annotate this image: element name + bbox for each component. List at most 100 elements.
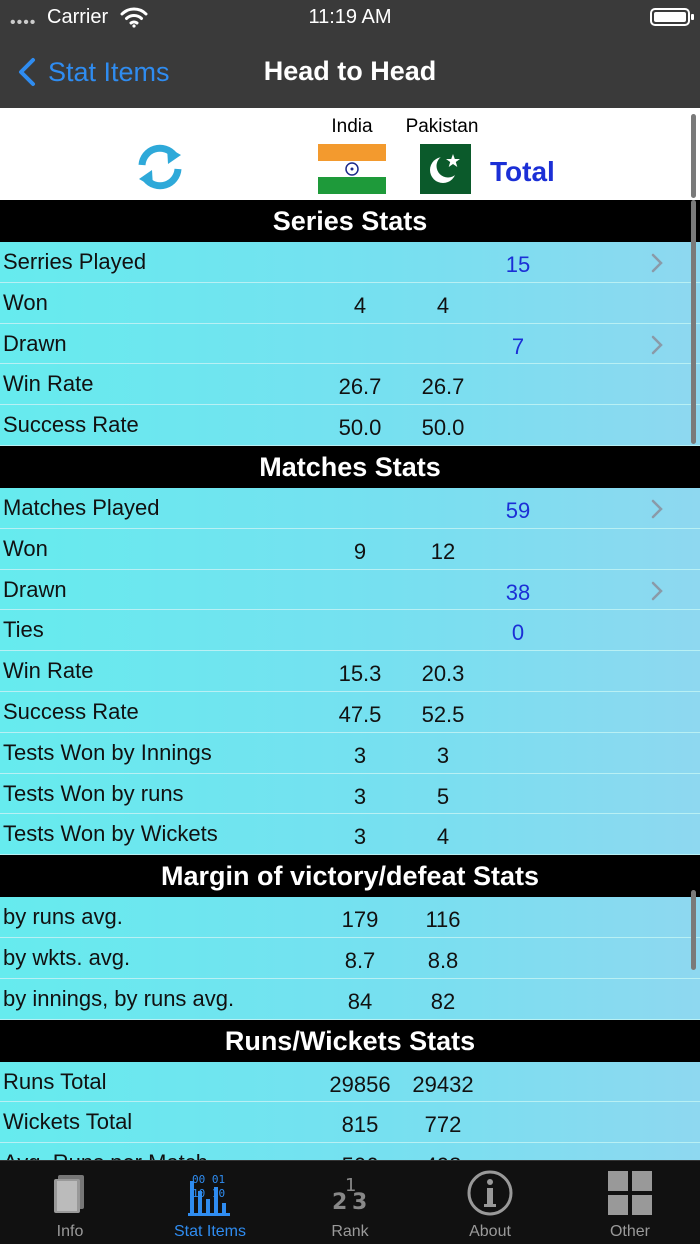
team1-name: India [331,116,373,137]
grid-icon [608,1171,652,1215]
row-label: Drawn [3,330,67,356]
row-label: by innings, by runs avg. [3,985,235,1011]
team2-value: 12 [430,538,456,564]
status-bar: •••• Carrier 11:19 AM [0,0,700,36]
svg-text:00 01: 00 01 [192,1173,225,1186]
book-icon [54,1175,84,1213]
table-row: Win Rate 26.7 26.7 [0,364,700,406]
row-label: Tests Won by Innings [3,739,212,765]
row-label: Tests Won by runs [3,780,184,806]
table-row: Success Rate 50.0 50.0 [0,405,700,446]
row-label: by wkts. avg. [3,944,131,970]
total-column-label: Total [490,156,555,187]
team2-value: 4 [436,292,450,318]
chevron-right-icon [651,581,663,600]
row-label: Tests Won by Wickets [3,821,218,847]
tab-info[interactable]: Info [0,1161,140,1244]
svg-text:10 10: 10 10 [192,1187,225,1200]
stats-table[interactable]: Series Stats Serries Played 15 Won 4 4 Drawn 7 W… [0,200,700,1160]
table-row[interactable]: Drawn 7 [0,324,700,365]
table-row: Tests Won by Innings 3 3 [0,733,700,774]
row-label: Matches Played [3,494,160,520]
row-label: Win Rate [3,371,94,397]
row-label: Avg. Runs per Match [3,1150,208,1160]
tab-stat-items[interactable]: 00 01 10 10 Stat Items [140,1161,280,1244]
total-value: 15 [505,252,531,277]
tab-rank[interactable]: 2 1 3 Rank [280,1161,420,1244]
total-value: 38 [505,579,531,605]
table-row[interactable]: Serries Played 15 [0,242,700,283]
table-row[interactable]: Drawn 38 [0,570,700,611]
navigation-bar: Stat Items Head to Head [0,36,700,108]
team2-value: 3 [436,742,450,768]
pakistan-flag-icon [403,144,471,194]
row-label: Success Rate [3,698,139,724]
team2-value: 50.0 [421,415,465,441]
table-row: Won 9 12 [0,529,700,570]
section-header: Matches Stats [0,445,700,488]
tab-bar: Info 00 01 10 10 Stat Items 2 1 3 Rank A [0,1160,700,1244]
team2-value: 52.5 [421,701,465,727]
row-label: Win Rate [3,658,94,684]
table-row: by wkts. avg. 8.7 8.8 [0,938,700,979]
row-label: Success Rate [3,412,139,438]
total-value: 59 [505,497,531,523]
team2-value: 5 [436,783,450,809]
row-label: Won [3,535,48,561]
total-value: 7 [511,333,525,359]
row-label: by runs avg. [3,904,123,930]
team2-value: 82 [430,988,456,1014]
teams-header: India Pakistan Total [0,108,700,200]
tab-label-about: About [469,1223,511,1240]
tab-about[interactable]: About [420,1161,560,1244]
team2-value: 20.3 [421,661,465,687]
table-scroll-indicator-1 [691,200,696,444]
page-title: Head to Head [263,56,437,86]
team2-value: 26.7 [421,374,465,400]
section-header: Series Stats [0,200,700,242]
india-flag-icon [318,144,386,194]
chevron-right-icon [651,335,663,354]
tab-label-rank: Rank [331,1223,369,1240]
table-row: Avg. Runs per Match506498 [0,1143,700,1160]
table-row: Win Rate 15.3 20.3 [0,651,700,692]
svg-text:3: 3 [352,1190,367,1215]
chevron-right-icon [651,253,663,273]
section-header: Runs/Wickets Stats [0,1019,700,1062]
table-row: Wickets Total 815 772 [0,1102,700,1144]
header-scroll-indicator [691,114,696,198]
status-time: 11:19 AM [308,6,392,28]
team2-value: 498 [388,1153,498,1160]
table-row: by runs avg. 179 116 [0,897,700,938]
team2-value: 772 [424,1112,462,1138]
table-row[interactable]: Matches Played 59 [0,488,700,529]
team2-name: Pakistan [405,116,479,137]
team2-value: 4 [436,824,450,850]
table-row: Ties 0 [0,610,700,652]
team2-value: 29432 [412,1071,474,1097]
table-scroll-indicator-2 [691,890,696,970]
swap-teams-icon[interactable] [134,143,186,191]
table-row: Won 4 4 [0,283,700,324]
stats-icon: 00 01 10 10 [188,1173,230,1216]
row-label: Runs Total [3,1068,107,1094]
row-label: Drawn [3,576,67,602]
chevron-right-icon [651,499,663,519]
tab-label-other: Other [609,1223,650,1240]
total-value: 0 [511,620,525,646]
row-label: Ties [3,617,44,643]
table-row: Tests Won by Wickets 3 4 [0,814,700,856]
battery-icon [650,8,694,26]
team2-value: 8.8 [427,947,459,973]
row-label: Wickets Total [3,1109,133,1135]
table-row: by innings, by runs avg. 84 82 [0,979,700,1020]
tab-other[interactable]: Other [560,1161,700,1244]
row-label: Won [3,289,48,315]
tab-label-info: Info [56,1223,84,1240]
table-row: Tests Won by runs 3 5 [0,774,700,815]
section-header: Margin of victory/defeat Stats [0,855,700,898]
row-label: Serries Played [3,249,147,274]
table-row: Runs Total 29856 29432 [0,1062,700,1103]
info-icon [467,1170,513,1216]
rank-icon: 2 1 3 [332,1175,367,1215]
